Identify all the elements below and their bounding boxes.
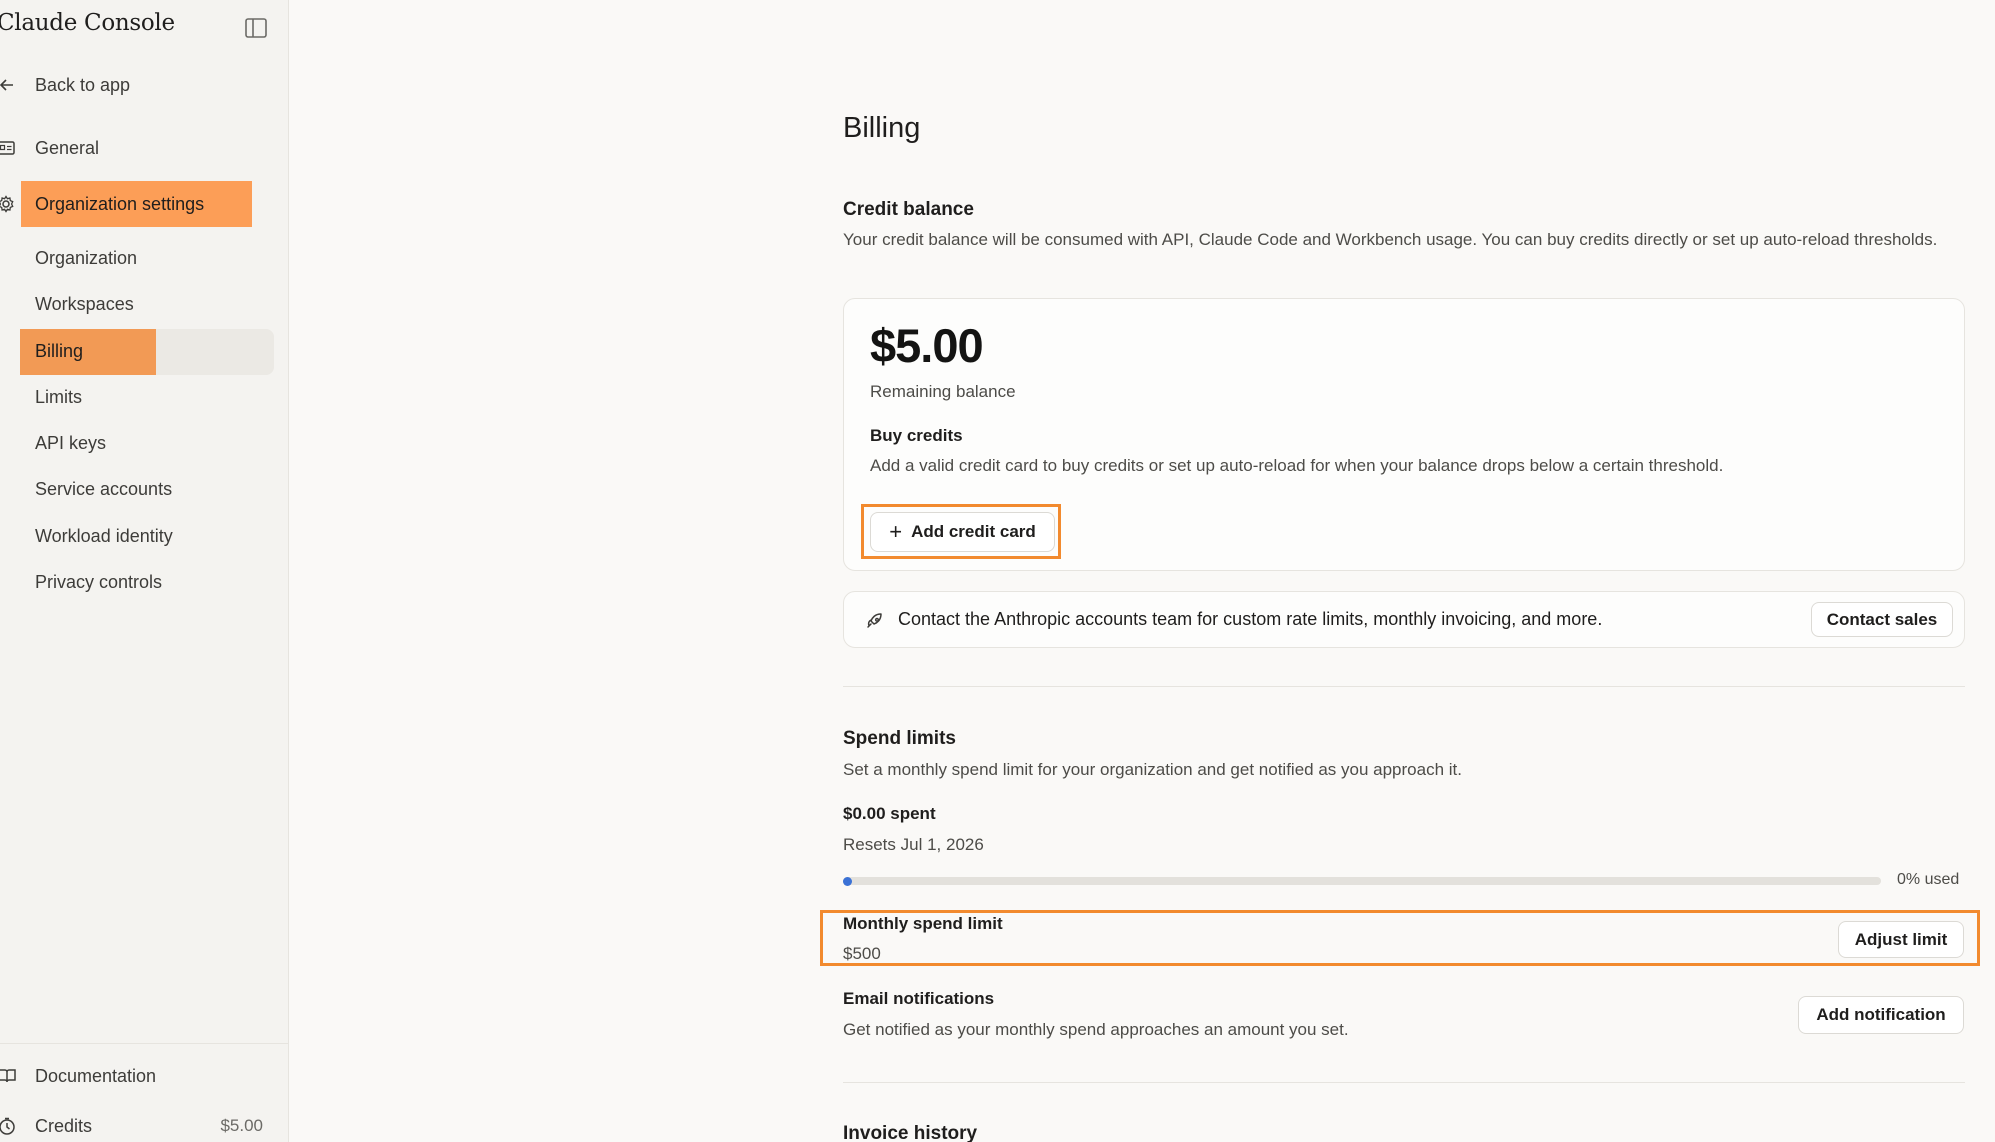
page-title: Billing bbox=[843, 112, 921, 144]
plus-icon: + bbox=[889, 519, 903, 544]
book-icon bbox=[0, 1069, 16, 1083]
email-notifications-title: Email notifications bbox=[843, 989, 995, 1008]
spend-limits-title: Spend limits bbox=[843, 728, 956, 749]
spend-limits-description: Set a monthly spend limit for your organ… bbox=[843, 760, 1462, 779]
add-credit-card-label: Add credit card bbox=[911, 522, 1036, 541]
sidebar-item-organization-settings[interactable]: Organization settings bbox=[0, 181, 252, 227]
back-to-app-link[interactable]: Back to app bbox=[0, 63, 289, 107]
contact-sales-button[interactable]: Contact sales bbox=[1811, 602, 1953, 637]
monthly-limit-title: Monthly spend limit bbox=[843, 914, 1003, 933]
contact-sales-banner: Contact the Anthropic accounts team for … bbox=[843, 591, 1965, 648]
sidebar-item-label: Organization settings bbox=[35, 193, 205, 214]
add-notification-button[interactable]: Add notification bbox=[1798, 996, 1964, 1034]
invoice-history-title: Invoice history bbox=[843, 1123, 978, 1142]
sidebar-toggle-icon[interactable] bbox=[244, 17, 268, 39]
buy-credits-title: Buy credits bbox=[870, 426, 963, 445]
buy-credits-description: Add a valid credit card to buy credits o… bbox=[870, 456, 1724, 475]
sidebar: Claude Console Back to app General Organ… bbox=[0, 0, 289, 1142]
credit-balance-card: $5.00 Remaining balance Buy credits Add … bbox=[843, 298, 1965, 571]
section-divider bbox=[843, 1082, 1965, 1083]
credits-label: Credits bbox=[35, 1115, 93, 1136]
email-notifications-description: Get notified as your monthly spend appro… bbox=[843, 1020, 1349, 1039]
spend-progress-bar bbox=[843, 877, 1881, 885]
balance-amount: $5.00 bbox=[870, 319, 984, 372]
clock-icon bbox=[0, 1117, 15, 1135]
sidebar-item-label: Workspaces bbox=[35, 293, 134, 314]
sidebar-item-label: Organization bbox=[35, 247, 138, 268]
sidebar-item-workload-identity[interactable]: Workload identity bbox=[0, 516, 289, 556]
credit-balance-description: Your credit balance will be consumed wit… bbox=[843, 230, 1938, 249]
sidebar-item-api-keys[interactable]: API keys bbox=[0, 423, 289, 463]
spend-progress-fill bbox=[843, 877, 852, 886]
sidebar-item-general[interactable]: General bbox=[0, 126, 289, 170]
rocket-icon bbox=[867, 613, 882, 628]
main-content: Billing Credit balance Your credit balan… bbox=[290, 0, 1995, 1142]
brand-logo: Claude Console bbox=[0, 10, 175, 36]
sidebar-item-label: API keys bbox=[35, 432, 107, 453]
spent-amount: $0.00 spent bbox=[843, 804, 936, 823]
credits-link[interactable]: Credits $5.00 bbox=[0, 1104, 289, 1142]
sidebar-item-label: Billing bbox=[35, 340, 84, 361]
resets-date: Resets Jul 1, 2026 bbox=[843, 835, 984, 854]
sidebar-item-label: Privacy controls bbox=[35, 571, 163, 592]
sidebar-item-privacy-controls[interactable]: Privacy controls bbox=[0, 562, 289, 602]
balance-label: Remaining balance bbox=[870, 382, 1016, 401]
documentation-link[interactable]: Documentation bbox=[0, 1054, 289, 1098]
section-divider bbox=[843, 686, 1965, 687]
gear-icon bbox=[0, 195, 14, 213]
add-credit-card-button[interactable]: + Add credit card bbox=[870, 512, 1055, 552]
usage-percent: 0% used bbox=[1897, 871, 1960, 888]
sidebar-item-billing[interactable]: Billing bbox=[0, 331, 289, 371]
back-to-app-label: Back to app bbox=[35, 74, 131, 95]
arrow-left-icon bbox=[0, 79, 13, 91]
sidebar-item-label: Service accounts bbox=[35, 478, 173, 499]
sidebar-item-organization[interactable]: Organization bbox=[0, 238, 289, 278]
sidebar-item-limits[interactable]: Limits bbox=[0, 377, 289, 417]
sidebar-item-label: General bbox=[35, 137, 100, 158]
adjust-limit-button[interactable]: Adjust limit bbox=[1838, 921, 1964, 958]
sidebar-item-workspaces[interactable]: Workspaces bbox=[0, 284, 289, 324]
monthly-limit-value: $500 bbox=[843, 944, 881, 963]
sidebar-item-label: Limits bbox=[35, 386, 83, 407]
credit-balance-title: Credit balance bbox=[843, 199, 974, 220]
contact-sales-text: Contact the Anthropic accounts team for … bbox=[898, 609, 1603, 629]
id-card-icon bbox=[0, 141, 15, 155]
credits-value: $5.00 bbox=[220, 1116, 263, 1135]
sidebar-item-service-accounts[interactable]: Service accounts bbox=[0, 469, 289, 509]
documentation-label: Documentation bbox=[35, 1065, 157, 1086]
sidebar-item-label: Workload identity bbox=[35, 525, 173, 546]
